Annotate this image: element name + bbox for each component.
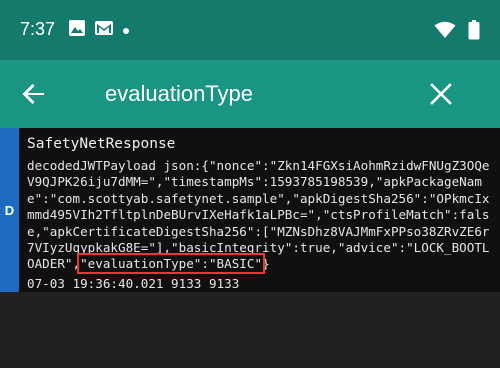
status-time: 7:37: [20, 19, 56, 39]
system-icons: [434, 20, 480, 45]
log-level-badge: D: [0, 128, 19, 292]
log-message-text: decodedJWTPayload json:{"nonce":"Zkn14FG…: [27, 158, 490, 272]
log-tag: SafetyNetResponse: [27, 136, 176, 152]
log-timestamp: 07-03 19:36:40.021 9133 9133: [27, 275, 240, 291]
arrow-left-icon: [22, 84, 44, 104]
highlighted-match: "evaluationType":"BASIC": [77, 253, 266, 275]
back-button[interactable]: [20, 80, 48, 108]
search-input[interactable]: [105, 77, 405, 111]
log-list[interactable]: D SafetyNetResponse decodedJWTPayload js…: [0, 128, 500, 368]
clear-search-button[interactable]: [427, 80, 455, 108]
close-icon: [430, 83, 452, 105]
wifi-icon: [434, 21, 456, 44]
log-entry-content: SafetyNetResponse decodedJWTPayload json…: [27, 134, 493, 292]
log-message-end: }: [262, 256, 270, 272]
log-message: decodedJWTPayload json:{"nonce":"Zkn14FG…: [27, 158, 493, 275]
gmail-icon: [94, 20, 114, 41]
status-bar: 7:37: [0, 0, 500, 60]
dot-icon: [122, 22, 130, 40]
battery-icon: [468, 20, 480, 45]
image-icon: [68, 19, 86, 42]
search-app-bar: [0, 60, 500, 128]
log-entry[interactable]: D SafetyNetResponse decodedJWTPayload js…: [0, 128, 500, 292]
notification-icons: [68, 19, 130, 42]
